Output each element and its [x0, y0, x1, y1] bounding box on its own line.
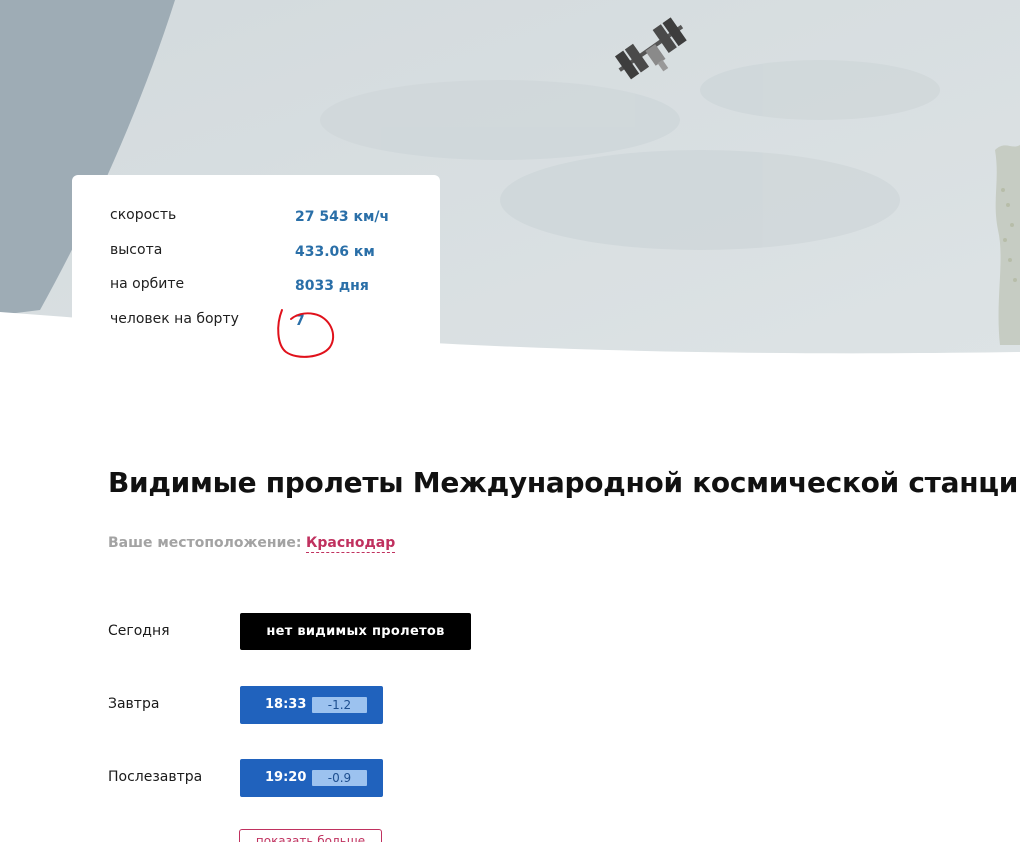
pass-time: 18:33 [265, 697, 307, 712]
show-more-button[interactable]: показать больше [239, 829, 382, 842]
pass-day-label: Послезавтра [108, 769, 203, 785]
stat-label: высота [110, 242, 163, 258]
location-line: Ваше местоположение: Краснодар [108, 535, 396, 553]
stat-value: 7 [295, 313, 305, 329]
location-city-link[interactable]: Краснодар [305, 535, 396, 553]
stat-value: 27 543 км/ч [295, 209, 390, 225]
stat-value: 8033 дня [295, 278, 369, 294]
stat-row-days-in-orbit: на орбите 8033 дня [110, 276, 430, 300]
stat-row-altitude: высота 433.06 км [110, 242, 430, 266]
pass-button[interactable]: 18:33 -1.2 [240, 686, 383, 724]
no-passes-badge: нет видимых пролетов [240, 613, 471, 650]
page-title: Видимые пролеты Международной космическо… [108, 466, 1020, 499]
stat-row-crew: человек на борту 7 [110, 311, 430, 335]
pass-row-day-after: Послезавтра 19:20 -0.9 [108, 759, 608, 797]
pass-day-label: Завтра [108, 696, 160, 712]
pass-row-today: Сегодня нет видимых пролетов [108, 613, 608, 651]
stat-value: 433.06 км [295, 244, 375, 260]
iss-stats-card: скорость 27 543 км/ч высота 433.06 км на… [72, 175, 440, 365]
stat-label: человек на борту [110, 311, 239, 327]
location-label: Ваше местоположение: [108, 535, 302, 551]
stat-label: на орбите [110, 276, 185, 292]
pass-row-tomorrow: Завтра 18:33 -1.2 [108, 686, 608, 724]
pass-magnitude: -1.2 [312, 697, 367, 713]
pass-day-label: Сегодня [108, 623, 170, 639]
stat-label: скорость [110, 207, 177, 223]
pass-button[interactable]: 19:20 -0.9 [240, 759, 383, 797]
pass-magnitude: -0.9 [312, 770, 367, 786]
stat-row-speed: скорость 27 543 км/ч [110, 207, 430, 231]
pass-time: 19:20 [265, 770, 307, 785]
